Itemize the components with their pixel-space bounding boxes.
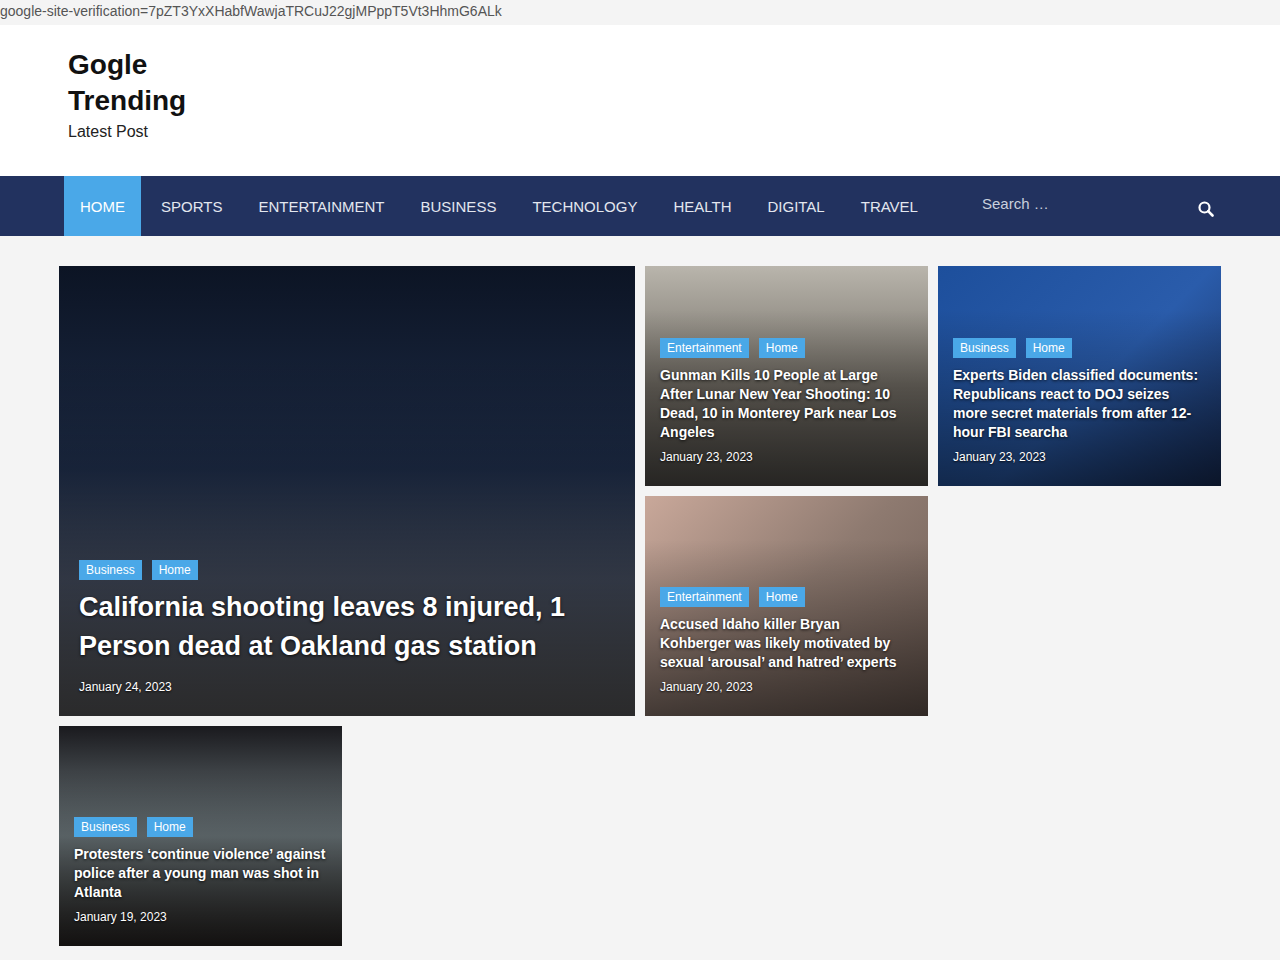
post-title[interactable]: Gunman Kills 10 People at Large After Lu… — [660, 366, 913, 442]
post-date: January 20, 2023 — [660, 680, 913, 694]
post-date: January 23, 2023 — [953, 450, 1206, 464]
page: google-site-verification=7pZT3YxXHabfWaw… — [0, 0, 1280, 960]
nav-item[interactable]: ENTERTAINMENT — [242, 176, 400, 236]
post-card[interactable]: Business Home California shooting leaves 8… — [59, 266, 635, 716]
category-tag[interactable]: Home — [147, 817, 193, 837]
post-grid: Business Home California shooting leaves 8… — [59, 266, 1280, 946]
category-tag[interactable]: Business — [953, 338, 1016, 358]
nav-item[interactable]: SPORTS — [145, 176, 238, 236]
nav-item[interactable]: BUSINESS — [405, 176, 513, 236]
search-form — [982, 176, 1214, 236]
search-icon[interactable] — [1198, 201, 1214, 217]
post-date: January 19, 2023 — [74, 910, 327, 924]
category-tag[interactable]: Home — [759, 338, 805, 358]
nav-item[interactable]: TECHNOLOGY — [516, 176, 653, 236]
post-card[interactable]: Business Home Protesters ‘continue violenc… — [59, 726, 342, 946]
post-title[interactable]: Accused Idaho killer Bryan Kohberger was… — [660, 615, 913, 672]
nav-item[interactable]: HEALTH — [657, 176, 747, 236]
content: Business Home California shooting leaves 8… — [0, 236, 1280, 946]
post-date: January 23, 2023 — [660, 450, 913, 464]
post-card[interactable]: Entertainment Home Gunman Kills 10 People … — [645, 266, 928, 486]
post-card[interactable]: Business Home Experts Biden classified doc… — [938, 266, 1221, 486]
search-input[interactable] — [982, 195, 1198, 212]
category-tag[interactable]: Home — [1026, 338, 1072, 358]
verification-text: google-site-verification=7pZT3YxXHabfWaw… — [0, 0, 1280, 25]
site-title[interactable]: Gogle Trending — [68, 47, 218, 119]
post-date: January 24, 2023 — [79, 680, 615, 694]
category-tag[interactable]: Home — [759, 587, 805, 607]
category-tag[interactable]: Entertainment — [660, 338, 749, 358]
post-title[interactable]: California shooting leaves 8 injured, 1 … — [79, 588, 615, 666]
nav-item[interactable]: TRAVEL — [845, 176, 934, 236]
post-card[interactable]: Entertainment Home Accused Idaho killer Br… — [645, 496, 928, 716]
category-tag[interactable]: Business — [74, 817, 137, 837]
category-tag[interactable]: Home — [152, 560, 198, 580]
post-title[interactable]: Experts Biden classified documents: Repu… — [953, 366, 1206, 442]
category-tag[interactable]: Entertainment — [660, 587, 749, 607]
nav-item[interactable]: HOME — [64, 176, 141, 236]
category-tag[interactable]: Business — [79, 560, 142, 580]
post-title[interactable]: Protesters ‘continue violence’ against p… — [74, 845, 327, 902]
site-tagline: Latest Post — [68, 123, 1280, 141]
nav-item[interactable]: DIGITAL — [751, 176, 840, 236]
main-nav: HOMESPORTSENTERTAINMENTBUSINESSTECHNOLOG… — [0, 176, 1280, 236]
site-header: Gogle Trending Latest Post — [0, 25, 1280, 176]
